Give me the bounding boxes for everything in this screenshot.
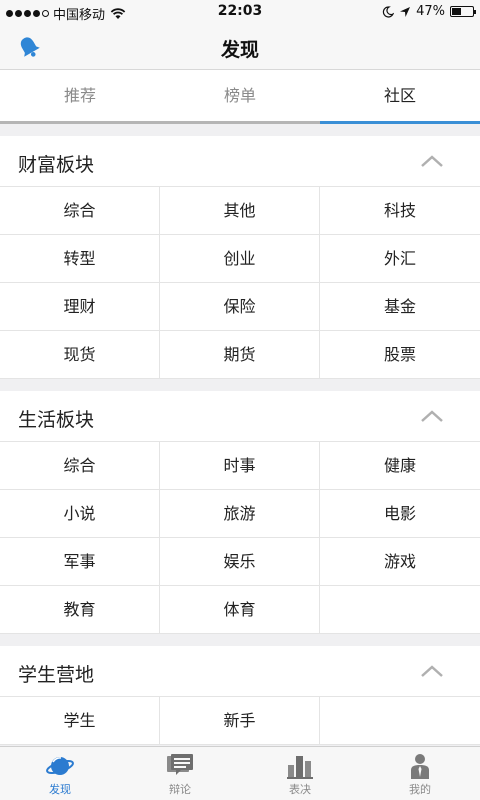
chat-icon <box>167 754 193 775</box>
category-cell[interactable]: 新手 <box>160 697 320 745</box>
category-grid: 综合 其他 科技 转型 创业 外汇 理财 保险 基金 现货 期货 股票 <box>0 187 480 379</box>
tab-vote[interactable]: 表决 <box>240 747 360 800</box>
category-cell[interactable]: 其他 <box>160 187 320 235</box>
tab-mine[interactable]: 我的 <box>360 747 480 800</box>
location-arrow-icon <box>400 6 411 17</box>
tab-label: 我的 <box>409 783 431 796</box>
category-cell[interactable]: 综合 <box>0 442 160 490</box>
page-title: 发现 <box>220 39 259 61</box>
category-cell[interactable]: 教育 <box>0 586 160 634</box>
section-title: 生活板块 <box>18 409 95 431</box>
category-cell[interactable]: 综合 <box>0 187 160 235</box>
top-tabs: 推荐 榜单 社区 <box>0 70 480 124</box>
category-cell[interactable]: 军事 <box>0 538 160 586</box>
category-cell[interactable]: 创业 <box>160 235 320 283</box>
bar-chart-icon <box>287 756 313 779</box>
category-cell[interactable]: 游戏 <box>320 538 480 586</box>
tab-debate[interactable]: 辩论 <box>120 747 240 800</box>
tab-discover[interactable]: 发现 <box>0 747 120 800</box>
category-cell[interactable]: 健康 <box>320 442 480 490</box>
category-cell[interactable]: 电影 <box>320 490 480 538</box>
chevron-up-icon[interactable] <box>420 409 444 423</box>
nav-bar: 发现 <box>0 24 480 70</box>
moon-icon <box>382 5 395 18</box>
tab-label: 发现 <box>49 783 71 796</box>
tab-label: 表决 <box>289 783 311 796</box>
tab-recommend[interactable]: 推荐 <box>0 70 160 121</box>
category-cell[interactable]: 娱乐 <box>160 538 320 586</box>
content-area[interactable]: 财富板块 综合 其他 科技 转型 创业 外汇 理财 保险 基金 现货 期货 股票… <box>0 124 480 746</box>
category-cell[interactable]: 保险 <box>160 283 320 331</box>
section-title: 学生营地 <box>18 664 95 686</box>
category-cell[interactable]: 体育 <box>160 586 320 634</box>
status-right: 47% <box>382 4 476 19</box>
category-cell[interactable]: 基金 <box>320 283 480 331</box>
person-icon <box>411 754 429 779</box>
tab-rankings[interactable]: 榜单 <box>160 70 320 121</box>
empty-cell <box>320 697 480 745</box>
chevron-up-icon[interactable] <box>420 154 444 168</box>
section-life: 生活板块 综合 时事 健康 小说 旅游 电影 军事 娱乐 游戏 教育 体育 <box>0 391 480 634</box>
section-wealth: 财富板块 综合 其他 科技 转型 创业 外汇 理财 保险 基金 现货 期货 股票 <box>0 136 480 379</box>
section-header[interactable]: 学生营地 <box>0 646 480 697</box>
category-grid: 学生 新手 <box>0 697 480 745</box>
section-header[interactable]: 生活板块 <box>0 391 480 442</box>
bottom-tab-bar: 发现 辩论 表决 我的 <box>0 746 480 800</box>
category-cell[interactable]: 旅游 <box>160 490 320 538</box>
category-cell[interactable]: 转型 <box>0 235 160 283</box>
empty-cell <box>320 586 480 634</box>
section-title: 财富板块 <box>18 154 95 176</box>
planet-icon <box>46 757 74 775</box>
category-cell[interactable]: 小说 <box>0 490 160 538</box>
status-bar: 中国移动 22:03 47% <box>0 0 480 24</box>
battery-icon <box>450 6 476 17</box>
chevron-up-icon[interactable] <box>420 664 444 678</box>
section-header[interactable]: 财富板块 <box>0 136 480 187</box>
category-cell[interactable]: 现货 <box>0 331 160 379</box>
category-cell[interactable]: 外汇 <box>320 235 480 283</box>
tab-community[interactable]: 社区 <box>320 70 480 124</box>
category-cell[interactable]: 股票 <box>320 331 480 379</box>
category-cell[interactable]: 科技 <box>320 187 480 235</box>
tab-label: 辩论 <box>169 783 191 796</box>
category-cell[interactable]: 期货 <box>160 331 320 379</box>
category-grid: 综合 时事 健康 小说 旅游 电影 军事 娱乐 游戏 教育 体育 <box>0 442 480 634</box>
battery-percent: 47% <box>416 4 445 19</box>
category-cell[interactable]: 学生 <box>0 697 160 745</box>
category-cell[interactable]: 理财 <box>0 283 160 331</box>
battery-fill <box>452 8 462 15</box>
category-cell[interactable]: 时事 <box>160 442 320 490</box>
section-students: 学生营地 学生 新手 <box>0 646 480 745</box>
